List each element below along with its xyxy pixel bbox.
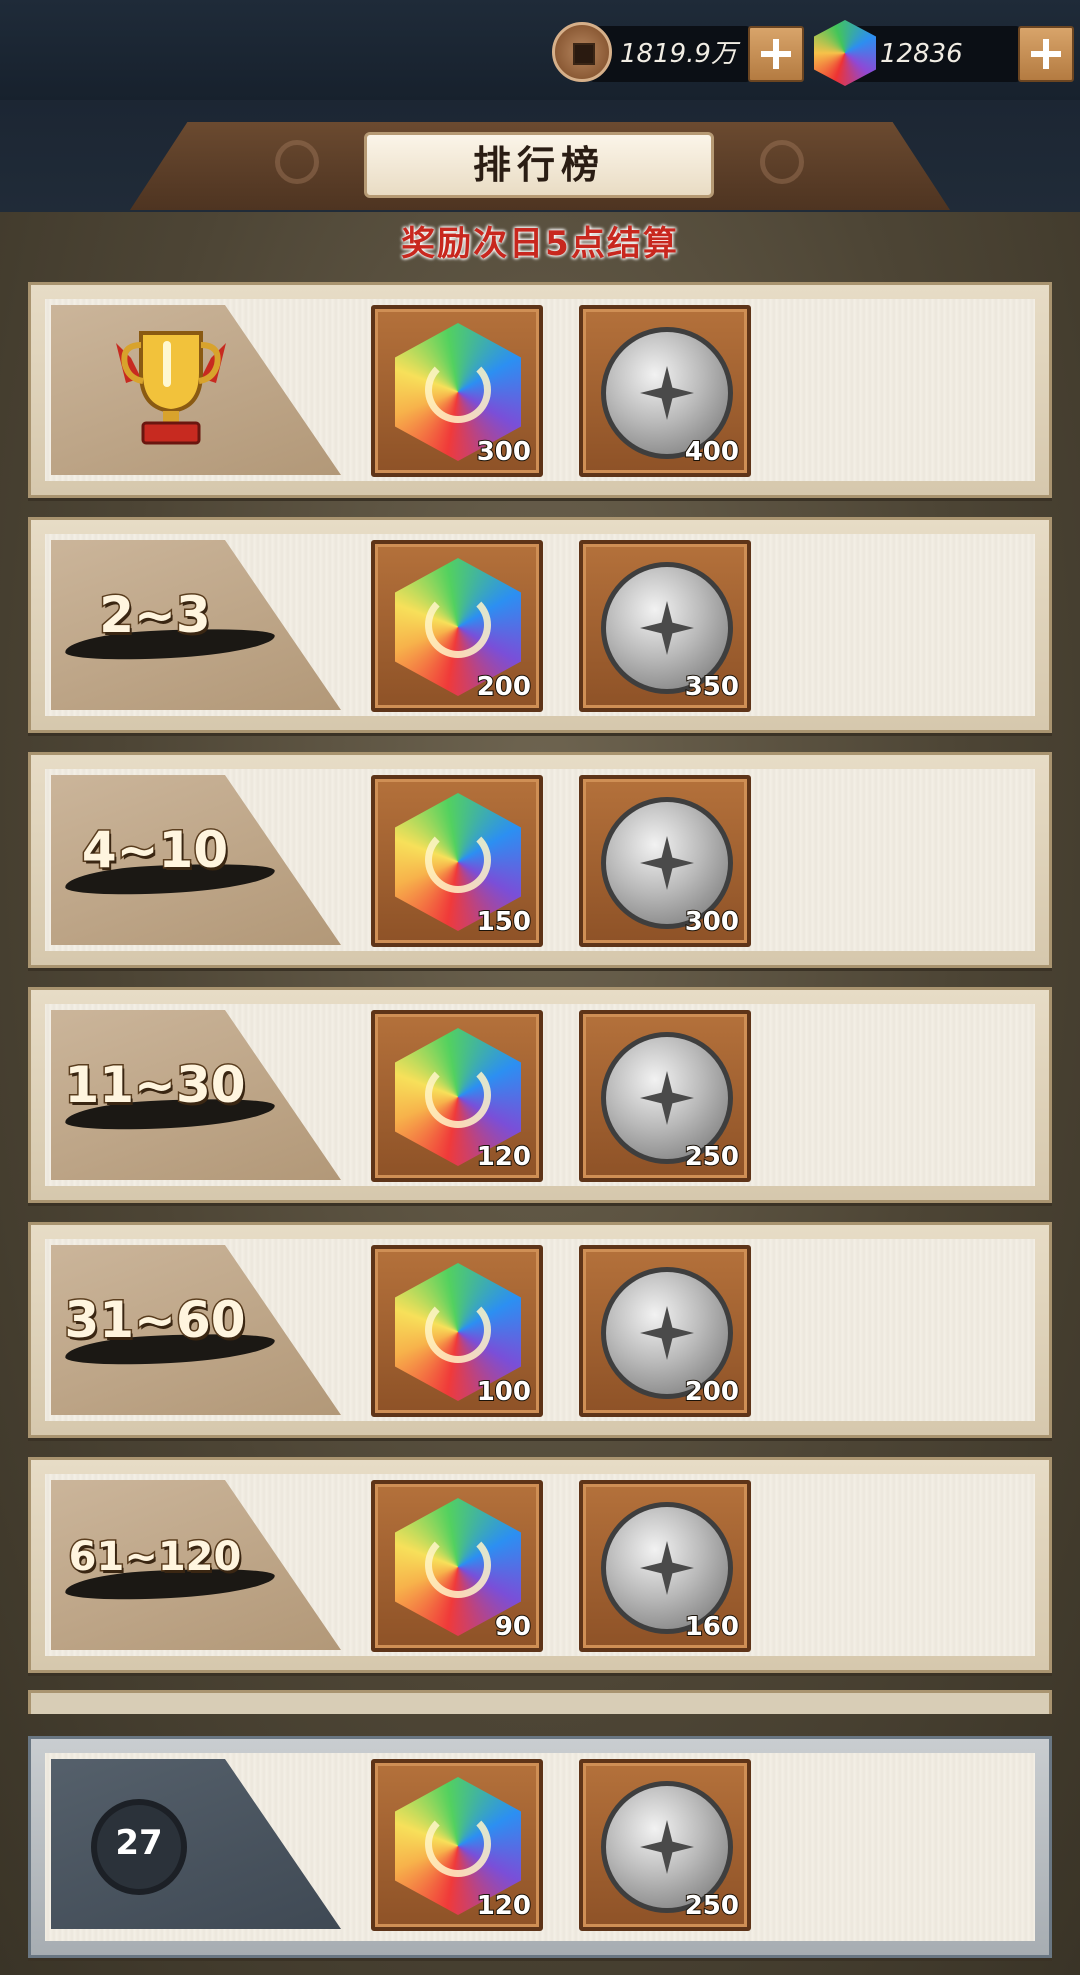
- settlement-notice: 奖励次日5点结算: [401, 224, 679, 264]
- top-resource-bar: 1819.9万 12836: [0, 0, 1080, 102]
- gem-reward[interactable]: 300: [371, 305, 543, 477]
- trophy-icon: [116, 331, 226, 445]
- reward-row: 31~60 100 200: [28, 1222, 1052, 1438]
- gem-reward[interactable]: 100: [371, 1245, 543, 1417]
- rank-range: 11~30: [63, 1055, 247, 1116]
- rank-range: 61~120: [67, 1533, 243, 1582]
- gem-quantity: 120: [476, 1890, 532, 1922]
- coin-quantity: 200: [684, 1376, 740, 1408]
- gem-reward[interactable]: 90: [371, 1480, 543, 1652]
- rank-range: 31~60: [63, 1290, 247, 1351]
- reward-row: 61~120 90 160: [28, 1457, 1052, 1673]
- copper-counter: 1819.9万: [590, 26, 750, 82]
- copper-coin-icon: [552, 22, 612, 82]
- my-reward-row: 27 120 250: [28, 1736, 1052, 1958]
- coin-reward[interactable]: 250: [579, 1759, 751, 1931]
- copper-value: 1819.9万: [620, 39, 737, 69]
- coin-quantity: 250: [684, 1141, 740, 1173]
- gem-reward[interactable]: 120: [371, 1759, 543, 1931]
- gem-quantity: 150: [476, 906, 532, 938]
- coin-quantity: 300: [684, 906, 740, 938]
- leaf-swirl-icon: [760, 140, 804, 184]
- gem-quantity: 90: [494, 1611, 532, 1643]
- gem-quantity: 100: [476, 1376, 532, 1408]
- reward-row: 300 400: [28, 282, 1052, 498]
- gem-quantity: 200: [476, 671, 532, 703]
- my-rank: 27: [115, 1823, 163, 1863]
- leaf-swirl-icon: [275, 140, 319, 184]
- coin-reward[interactable]: 300: [579, 775, 751, 947]
- reward-row: 2~3 200 350: [28, 517, 1052, 733]
- add-gem-button[interactable]: [1018, 26, 1074, 82]
- gem-reward[interactable]: 200: [371, 540, 543, 712]
- rank-range: 2~3: [98, 585, 212, 646]
- gem-reward[interactable]: 120: [371, 1010, 543, 1182]
- rank-range: 4~10: [80, 820, 229, 881]
- reward-row-partial: [28, 1690, 1052, 1714]
- coin-quantity: 400: [684, 436, 740, 468]
- coin-reward[interactable]: 350: [579, 540, 751, 712]
- page-title: 排行榜: [364, 132, 714, 198]
- gem-quantity: 120: [476, 1141, 532, 1173]
- gem-reward[interactable]: 150: [371, 775, 543, 947]
- coin-reward[interactable]: 250: [579, 1010, 751, 1182]
- coin-quantity: 350: [684, 671, 740, 703]
- coin-reward[interactable]: 200: [579, 1245, 751, 1417]
- coin-reward[interactable]: 400: [579, 305, 751, 477]
- coin-quantity: 250: [684, 1890, 740, 1922]
- add-copper-button[interactable]: [748, 26, 804, 82]
- reward-row: 11~30 120 250: [28, 987, 1052, 1203]
- coin-reward[interactable]: 160: [579, 1480, 751, 1652]
- coin-quantity: 160: [684, 1611, 740, 1643]
- gem-value: 12836: [880, 39, 963, 69]
- gem-quantity: 300: [476, 436, 532, 468]
- reward-row: 4~10 150 300: [28, 752, 1052, 968]
